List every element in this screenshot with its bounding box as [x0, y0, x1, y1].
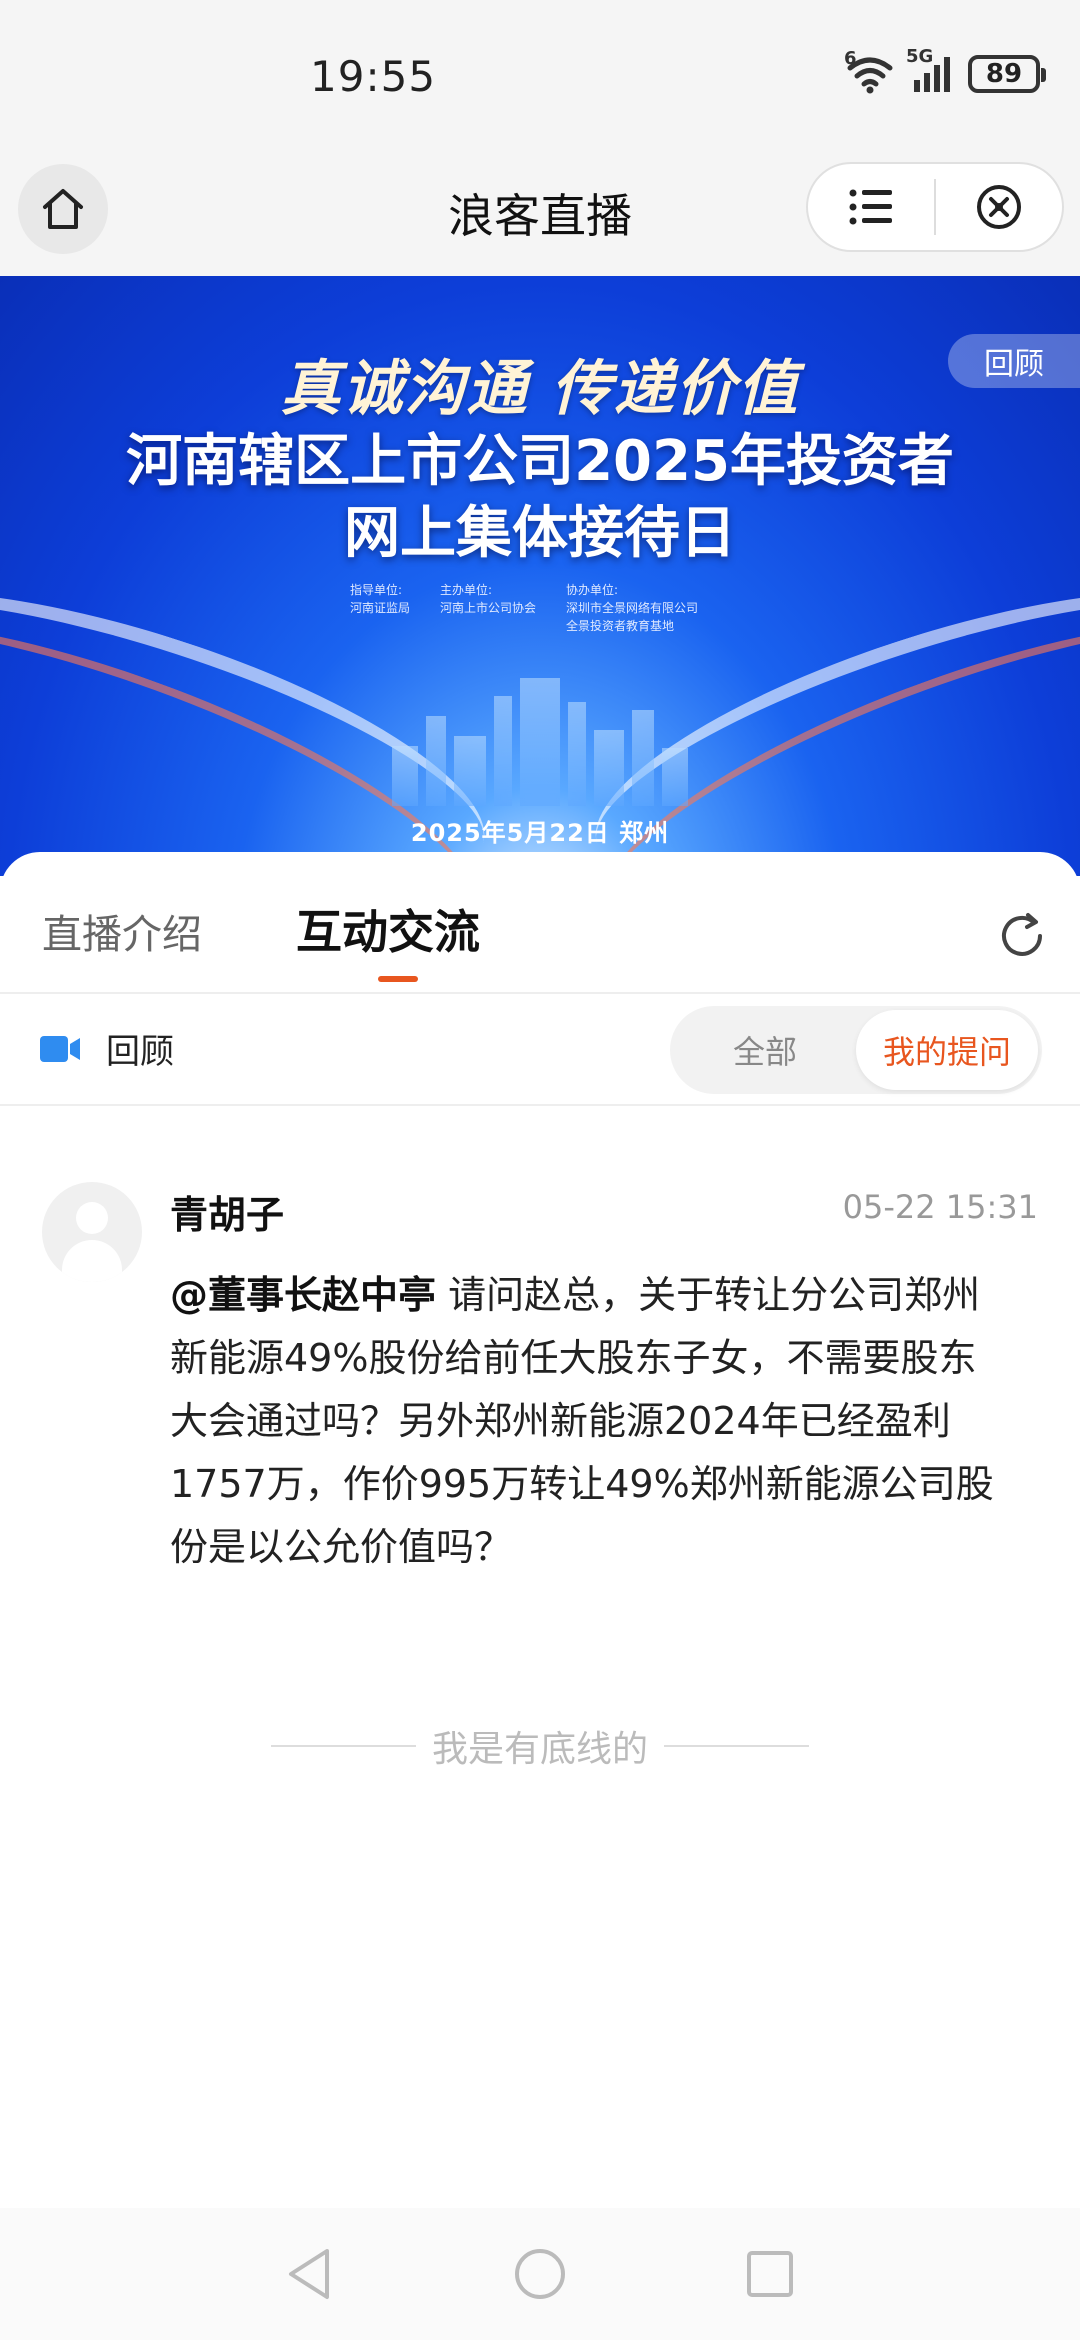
live-banner[interactable]: 真诚沟通 传递价值 河南辖区上市公司2025年投资者 网上集体接待日 指导单位:… [0, 276, 1080, 876]
filter-row: 回顾 全部 我的提问 [0, 994, 1080, 1106]
wifi-icon: 6 [844, 48, 894, 94]
content-sheet: 直播介绍 互动交流 回顾 全部 我的提问 青胡子 05-22 15:31 @董事… [0, 852, 1080, 2340]
divider-line [664, 1745, 809, 1747]
divider-line [270, 1745, 416, 1747]
refresh-button[interactable] [992, 906, 1052, 966]
banner-slogan: 真诚沟通 传递价值 [280, 354, 800, 424]
org-host: 主办单位: 河南上市公司协会 [440, 583, 537, 615]
recents-square-icon [747, 2251, 793, 2297]
org-guide: 指导单位: 河南证监局 [350, 583, 411, 615]
close-button[interactable] [936, 164, 1062, 250]
status-icons: 6 5G 89 [844, 46, 1046, 94]
banner-title: 河南辖区上市公司2025年投资者 网上集体接待日 [0, 426, 1080, 570]
post-text: 请问赵总，关于转让分公司郑州新能源49%股份给前任大股东子女，不需要股东大会通过… [170, 1273, 994, 1569]
tab-interact[interactable]: 互动交流 [296, 896, 480, 962]
banner-title-line1: 河南辖区上市公司2025年投资者 [126, 429, 954, 494]
status-time: 19:55 [310, 52, 437, 101]
banner-title-line2: 网上集体接待日 [344, 501, 736, 566]
close-circle-icon [977, 185, 1021, 229]
more-menu-button[interactable] [808, 164, 934, 250]
capsule-menu [806, 162, 1064, 252]
replay-label: 回顾 [106, 1032, 174, 1072]
post-content: @董事长赵中亭 请问赵总，关于转让分公司郑州新能源49%股份给前任大股东子女，不… [170, 1264, 1010, 1579]
mention-link[interactable]: @董事长赵中亭 [170, 1273, 436, 1317]
city-skyline [330, 676, 750, 806]
banner-organizers: 指导单位: 河南证监局 主办单位: 河南上市公司协会 协办单位: 深圳市全景网络… [350, 581, 698, 635]
wifi-label: 6 [844, 48, 857, 69]
video-icon [40, 1035, 80, 1062]
status-bar: 19:55 6 5G 89 [0, 0, 1080, 160]
home-circle-icon [515, 2249, 565, 2299]
recents-button[interactable] [740, 2244, 800, 2304]
avatar [42, 1182, 142, 1282]
system-nav-bar [0, 2208, 1080, 2340]
post-username: 青胡子 [170, 1193, 285, 1237]
battery-indicator: 89 [968, 55, 1046, 93]
tab-intro[interactable]: 直播介绍 [42, 902, 202, 960]
tab-bar: 直播介绍 互动交流 [0, 852, 1080, 994]
replay-badge[interactable]: 回顾 [948, 334, 1080, 388]
active-tab-indicator [378, 976, 418, 982]
nav-bar: 浪客直播 [0, 160, 1080, 276]
back-triangle-icon [289, 2249, 329, 2299]
replay-link[interactable]: 回顾 [40, 1024, 174, 1073]
signal-icon: 5G [906, 46, 954, 94]
end-of-list-note: 我是有底线的 [0, 1720, 1080, 1772]
list-icon [849, 189, 892, 225]
back-button[interactable] [280, 2244, 340, 2304]
banner-date: 2025年5月22日 郑州 [410, 819, 670, 847]
refresh-icon [1002, 913, 1042, 956]
filter-my-questions[interactable]: 我的提问 [856, 1010, 1038, 1090]
home-nav-button[interactable] [510, 2244, 570, 2304]
question-filter: 全部 我的提问 [670, 1006, 1042, 1094]
end-of-list-text: 我是有底线的 [431, 1729, 648, 1770]
post-timestamp: 05-22 15:31 [842, 1188, 1038, 1226]
filter-all[interactable]: 全部 [674, 1010, 856, 1090]
network-label: 5G [906, 46, 934, 67]
org-cohost: 协办单位: 深圳市全景网络有限公司 全景投资者教育基地 [566, 583, 699, 633]
